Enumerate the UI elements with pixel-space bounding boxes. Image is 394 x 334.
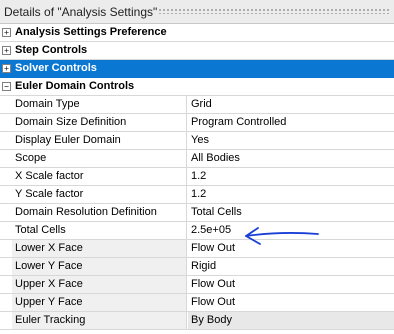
category-label: Euler Domain Controls bbox=[15, 80, 135, 92]
property-value[interactable]: All Bodies bbox=[188, 150, 394, 167]
property-row-display-euler-domain[interactable]: Display Euler Domain Yes bbox=[0, 132, 394, 150]
category-solver-controls[interactable]: + Solver Controls bbox=[0, 60, 394, 78]
property-name: Total Cells bbox=[12, 222, 187, 239]
expand-icon[interactable]: + bbox=[2, 64, 11, 73]
property-value[interactable]: Rigid bbox=[188, 258, 394, 275]
property-row-upper-x-face[interactable]: Upper X Face Flow Out bbox=[0, 276, 394, 294]
property-name: Domain Resolution Definition bbox=[12, 204, 187, 221]
expand-icon[interactable]: + bbox=[2, 28, 11, 37]
property-value[interactable]: 1.2 bbox=[188, 168, 394, 185]
property-value[interactable]: 1.2 bbox=[188, 186, 394, 203]
property-name: Upper X Face bbox=[12, 276, 187, 293]
title-grip[interactable] bbox=[158, 8, 390, 14]
property-value[interactable]: Program Controlled bbox=[188, 114, 394, 131]
property-name: Scope bbox=[12, 150, 187, 167]
details-grid: + Analysis Settings Preference + Step Co… bbox=[0, 24, 394, 330]
property-value[interactable]: Grid bbox=[188, 96, 394, 113]
property-value[interactable]: Flow Out bbox=[188, 276, 394, 293]
property-row-y-scale-factor[interactable]: Y Scale factor 1.2 bbox=[0, 186, 394, 204]
property-name: Upper Y Face bbox=[12, 294, 187, 311]
category-label: Analysis Settings Preference bbox=[15, 26, 167, 38]
property-row-total-cells[interactable]: Total Cells 2.5e+05 bbox=[0, 222, 394, 240]
property-row-scope[interactable]: Scope All Bodies bbox=[0, 150, 394, 168]
property-row-x-scale-factor[interactable]: X Scale factor 1.2 bbox=[0, 168, 394, 186]
property-name: Domain Size Definition bbox=[12, 114, 187, 131]
property-row-domain-resolution-definition[interactable]: Domain Resolution Definition Total Cells bbox=[0, 204, 394, 222]
property-value[interactable]: By Body bbox=[188, 312, 394, 329]
property-value[interactable]: Total Cells bbox=[188, 204, 394, 221]
property-row-domain-type[interactable]: Domain Type Grid bbox=[0, 96, 394, 114]
category-step-controls[interactable]: + Step Controls bbox=[0, 42, 394, 60]
details-panel-titlebar: Details of "Analysis Settings" bbox=[0, 0, 394, 24]
property-name: Lower Y Face bbox=[12, 258, 187, 275]
expand-icon[interactable]: + bbox=[2, 46, 11, 55]
property-value[interactable]: Flow Out bbox=[188, 294, 394, 311]
property-row-upper-y-face[interactable]: Upper Y Face Flow Out bbox=[0, 294, 394, 312]
category-label: Solver Controls bbox=[15, 62, 97, 74]
property-value[interactable]: 2.5e+05 bbox=[188, 222, 394, 239]
property-row-euler-tracking[interactable]: Euler Tracking By Body bbox=[0, 312, 394, 330]
property-value[interactable]: Yes bbox=[188, 132, 394, 149]
category-analysis-settings-preference[interactable]: + Analysis Settings Preference bbox=[0, 24, 394, 42]
property-name: Lower X Face bbox=[12, 240, 187, 257]
property-value[interactable]: Flow Out bbox=[188, 240, 394, 257]
property-name: Euler Tracking bbox=[12, 312, 187, 329]
category-euler-domain-controls[interactable]: − Euler Domain Controls bbox=[0, 78, 394, 96]
category-label: Step Controls bbox=[15, 44, 88, 56]
property-name: Domain Type bbox=[12, 96, 187, 113]
panel-title: Details of "Analysis Settings" bbox=[4, 5, 158, 19]
property-row-lower-x-face[interactable]: Lower X Face Flow Out bbox=[0, 240, 394, 258]
property-name: Display Euler Domain bbox=[12, 132, 187, 149]
property-name: Y Scale factor bbox=[12, 186, 187, 203]
property-row-lower-y-face[interactable]: Lower Y Face Rigid bbox=[0, 258, 394, 276]
collapse-icon[interactable]: − bbox=[2, 82, 11, 91]
property-row-domain-size-definition[interactable]: Domain Size Definition Program Controlle… bbox=[0, 114, 394, 132]
property-name: X Scale factor bbox=[12, 168, 187, 185]
